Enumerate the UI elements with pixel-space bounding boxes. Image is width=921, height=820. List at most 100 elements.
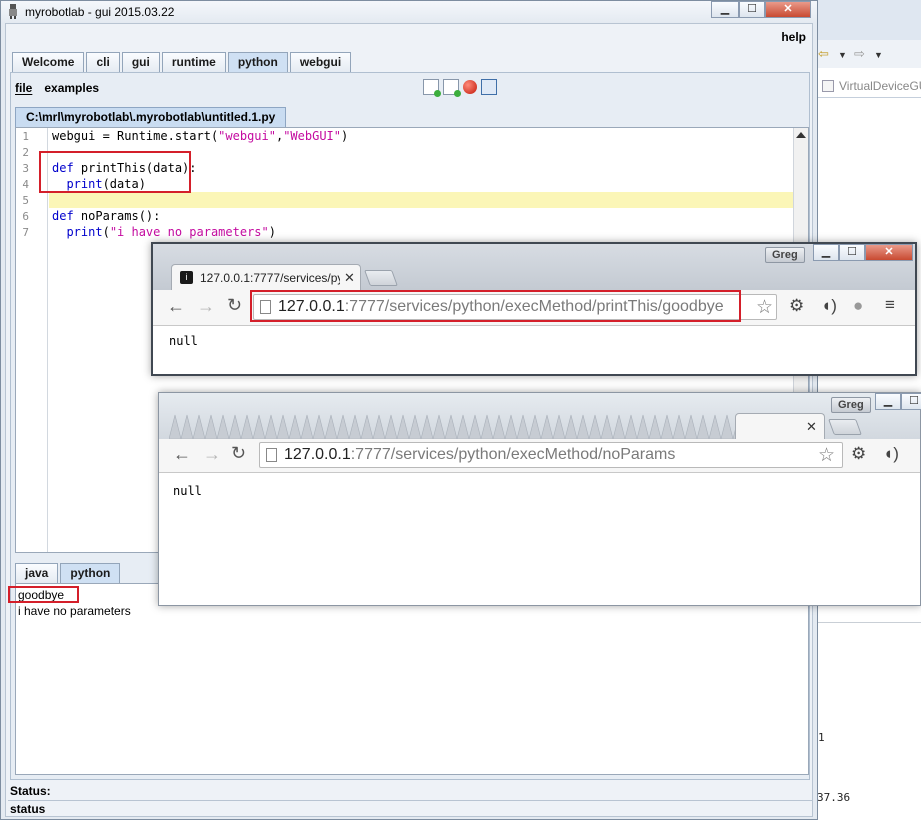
menu-bar: help xyxy=(6,24,812,48)
browser-frame: Greg ▁ ☐ ✕ i 127.0.0.1:7777/services/py … xyxy=(153,244,915,290)
browser-tab-title: 127.0.0.1:7777/services/py xyxy=(200,271,340,285)
settings-gear-icon[interactable]: ⚙ xyxy=(789,296,804,316)
address-bar[interactable]: 127.0.0.1:7777/services/python/execMetho… xyxy=(259,442,843,468)
code-line-4: print(data) xyxy=(66,177,146,191)
back-arrow-icon[interactable]: ⇦ xyxy=(818,46,829,62)
tab-gui[interactable]: gui xyxy=(121,52,160,72)
url-path: :7777/services/python/execMethod/printTh… xyxy=(344,298,724,315)
console-fragment: 1 xyxy=(818,731,825,744)
speaker-extension-icon[interactable]: ◖) xyxy=(883,444,899,464)
browser-frame: Greg ▁ ☐ ✕ xyxy=(159,393,921,439)
back-arrow-icon[interactable]: ← xyxy=(173,444,191,465)
back-arrow-icon[interactable]: ← xyxy=(167,296,185,317)
browser-tab[interactable]: ✕ xyxy=(735,413,825,439)
help-menu[interactable]: help xyxy=(781,30,806,44)
line-number: 2 xyxy=(22,146,29,159)
tab-welcome[interactable]: Welcome xyxy=(12,52,85,72)
forward-arrow-icon[interactable]: → xyxy=(203,444,221,465)
robot-app-icon xyxy=(9,4,17,19)
code-line-6: def noParams(): xyxy=(52,209,161,223)
maximize-button[interactable]: ☐ xyxy=(901,393,921,410)
output-tabs: java python xyxy=(15,563,122,583)
background-toolbar: ⇦ ▼ ⇨ ▼ xyxy=(810,40,921,68)
forward-arrow-icon[interactable]: ⇨ xyxy=(854,46,865,62)
examples-menu[interactable]: examples xyxy=(44,81,99,95)
chevron-down-icon[interactable]: ▼ xyxy=(838,50,847,60)
python-console[interactable]: goodbye i have no parameters xyxy=(15,583,809,775)
settings-gear-icon[interactable]: ⚙ xyxy=(851,444,866,464)
console-line: goodbye xyxy=(18,588,65,602)
code-line-1: webgui = Runtime.start("webgui","WebGUI"… xyxy=(52,129,349,143)
menu-icon[interactable]: ≡ xyxy=(885,295,895,315)
tab-webgui[interactable]: webgui xyxy=(289,52,352,72)
bookmark-star-icon[interactable]: ☆ xyxy=(756,296,773,319)
url-path: :7777/services/python/execMethod/noParam… xyxy=(350,446,676,463)
address-bar[interactable]: 127.0.0.1:7777/services/python/execMetho… xyxy=(253,294,777,320)
maximize-button[interactable]: ☐ xyxy=(739,1,765,18)
line-number: 1 xyxy=(22,130,29,143)
background-titlebar xyxy=(810,0,921,40)
status-label: Status: xyxy=(10,784,51,798)
python-menu-bar: file examples xyxy=(15,81,99,95)
current-line-highlight xyxy=(49,192,795,208)
tab-python[interactable]: python xyxy=(227,52,288,72)
window-titlebar[interactable]: myrobotlab - gui 2015.03.22 ▁ ☐ ✕ xyxy=(1,1,817,23)
browser-toolbar: ← → ↻ 127.0.0.1:7777/services/python/exe… xyxy=(159,439,920,473)
tab-java[interactable]: java xyxy=(15,563,59,583)
scroll-up-icon[interactable] xyxy=(796,132,806,138)
tab-runtime[interactable]: runtime xyxy=(161,52,226,72)
speaker-extension-icon[interactable]: ◖) xyxy=(821,296,837,316)
chevron-down-icon[interactable]: ▼ xyxy=(874,50,883,60)
divider xyxy=(810,622,921,623)
profile-button[interactable]: Greg xyxy=(831,397,871,413)
url-host: 127.0.0.1 xyxy=(278,298,345,315)
browser-window-noparams: Greg ▁ ☐ ✕ ← → ↻ 127.0.0.1:7777/services… xyxy=(158,392,921,606)
java-file-icon xyxy=(822,80,834,92)
bookmark-star-icon[interactable]: ☆ xyxy=(818,444,835,467)
favicon-icon: i xyxy=(180,271,193,284)
save-icon[interactable] xyxy=(481,79,497,95)
stop-icon[interactable] xyxy=(463,80,477,94)
reload-icon[interactable]: ↻ xyxy=(231,443,246,464)
editor-tab-virtualdevicegui[interactable]: VirtualDeviceGUI. xyxy=(818,74,921,98)
close-button[interactable]: ✕ xyxy=(765,1,811,18)
new-tab-button[interactable] xyxy=(828,419,862,435)
code-line-3: def printThis(data): xyxy=(52,161,197,175)
code-line-7: print("i have no parameters") xyxy=(66,225,276,239)
line-number: 5 xyxy=(22,194,29,207)
url-text: 127.0.0.1:7777/services/python/execMetho… xyxy=(284,446,675,464)
reload-icon[interactable]: ↻ xyxy=(227,295,242,316)
line-number: 3 xyxy=(22,162,29,175)
browser-tab[interactable]: i 127.0.0.1:7777/services/py ✕ xyxy=(171,264,361,290)
new-file-icon[interactable] xyxy=(423,79,441,97)
url-host: 127.0.0.1 xyxy=(284,446,351,463)
page-content: null xyxy=(169,334,198,348)
close-tab-icon[interactable]: ✕ xyxy=(806,419,817,435)
minimize-button[interactable]: ▁ xyxy=(711,1,739,18)
browser-toolbar: ← → ↻ 127.0.0.1:7777/services/python/exe… xyxy=(153,290,915,326)
maximize-button[interactable]: ☐ xyxy=(839,244,865,261)
browser-window-printthis: Greg ▁ ☐ ✕ i 127.0.0.1:7777/services/py … xyxy=(151,242,917,376)
minimize-button[interactable]: ▁ xyxy=(875,393,901,410)
new-tab-button[interactable] xyxy=(364,270,398,286)
console-fragment: 37.36 xyxy=(817,791,851,804)
tab-python-output[interactable]: python xyxy=(60,563,121,583)
minimize-button[interactable]: ▁ xyxy=(813,244,839,261)
console-line: i have no parameters xyxy=(18,604,131,618)
file-tab[interactable]: C:\mrl\myrobotlab\.myrobotlab\untitled.1… xyxy=(15,107,287,127)
page-icon xyxy=(266,448,277,462)
close-button[interactable]: ✕ xyxy=(865,244,913,261)
page-content: null xyxy=(173,484,202,498)
status-text: status xyxy=(10,802,46,816)
window-title: myrobotlab - gui 2015.03.22 xyxy=(25,5,175,19)
open-file-icon[interactable] xyxy=(443,79,461,97)
forward-arrow-icon[interactable]: → xyxy=(197,296,215,317)
line-number-gutter: 1 2 3 4 5 6 7 xyxy=(16,128,48,552)
python-toolbar xyxy=(423,79,497,97)
close-tab-icon[interactable]: ✕ xyxy=(344,270,355,286)
chat-extension-icon[interactable]: ● xyxy=(853,296,863,316)
profile-button[interactable]: Greg xyxy=(765,247,805,263)
tab-cli[interactable]: cli xyxy=(86,52,120,72)
status-bar: status xyxy=(8,800,812,816)
file-menu[interactable]: file xyxy=(15,81,32,95)
